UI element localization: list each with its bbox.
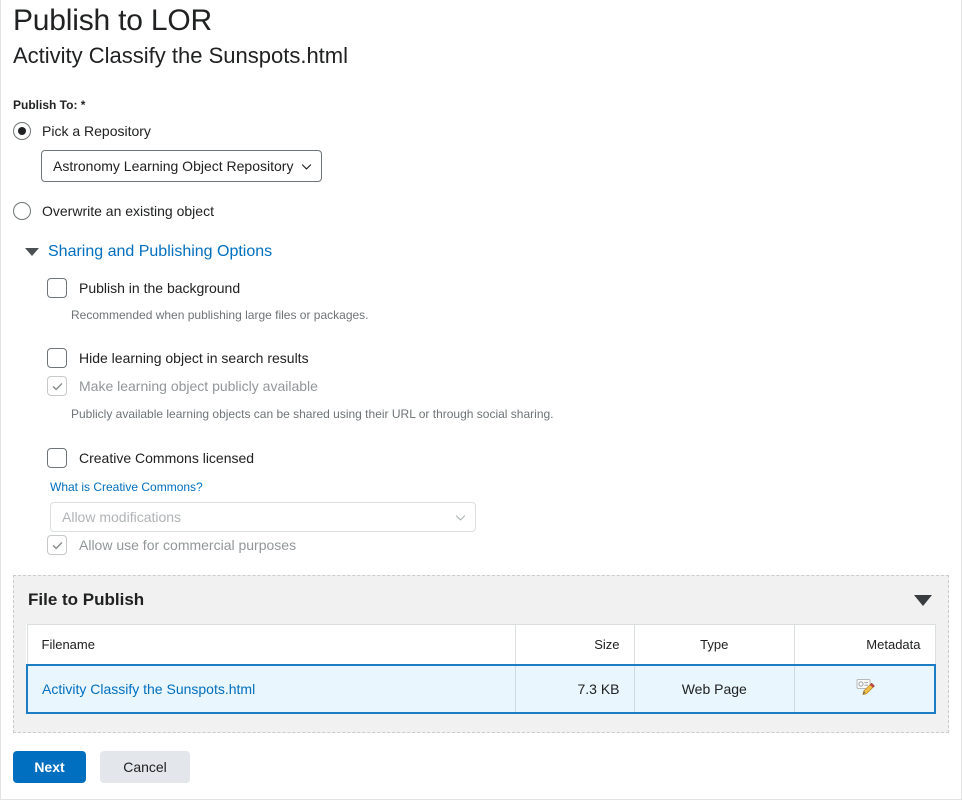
repository-select-value: Astronomy Learning Object Repository <box>53 158 294 174</box>
publish-to-lor-page: Publish to LOR Activity Classify the Sun… <box>0 0 962 800</box>
checkbox-icon-checked-disabled <box>47 376 67 396</box>
check-icon <box>52 382 62 390</box>
page-title: Publish to LOR <box>13 4 212 37</box>
checkbox-creative-commons-licensed[interactable]: Creative Commons licensed <box>47 448 961 468</box>
make-publicly-available-help: Publicly available learning objects can … <box>71 407 554 421</box>
column-header-metadata[interactable]: Metadata <box>794 624 936 665</box>
checkbox-allow-commercial-use: Allow use for commercial purposes <box>47 535 961 555</box>
allow-modifications-select-value: Allow modifications <box>62 509 182 525</box>
table-row[interactable]: Activity Classify the Sunspots.html 7.3 … <box>26 663 937 714</box>
radio-overwrite-existing-object-label: Overwrite an existing object <box>42 203 214 219</box>
sharing-and-publishing-options-label: Sharing and Publishing Options <box>48 243 273 260</box>
radio-pick-a-repository-label: Pick a Repository <box>42 123 151 139</box>
required-asterisk: * <box>80 98 86 112</box>
checkbox-icon-unchecked[interactable] <box>47 348 67 368</box>
radio-button-icon-unselected[interactable] <box>13 202 31 220</box>
checkbox-creative-commons-licensed-label: Creative Commons licensed <box>79 450 255 466</box>
file-to-publish-panel: File to Publish Filename Size Type Metad… <box>13 575 949 733</box>
radio-button-icon-selected[interactable] <box>13 122 31 140</box>
checkbox-icon-unchecked[interactable] <box>47 448 67 468</box>
publish-in-background-help: Recommended when publishing large files … <box>71 308 369 322</box>
what-is-creative-commons-link[interactable]: What is Creative Commons? <box>50 479 203 495</box>
radio-overwrite-existing-object[interactable]: Overwrite an existing object <box>13 202 961 220</box>
file-table: Filename Size Type Metadata Activity Cla… <box>26 624 937 714</box>
cancel-button[interactable]: Cancel <box>100 750 190 783</box>
file-to-publish-title: File to Publish <box>28 590 145 609</box>
cc-select-wrap: Allow modifications <box>50 502 961 532</box>
publish-to-label-text: Publish To: <box>13 98 78 112</box>
checkbox-publish-in-background[interactable]: Publish in the background <box>47 278 961 298</box>
triangle-down-icon[interactable] <box>25 248 39 256</box>
cell-type: Web Page <box>633 663 796 714</box>
page-subtitle: Activity Classify the Sunspots.html <box>13 43 349 68</box>
repository-select[interactable]: Astronomy Learning Object Repository <box>41 150 322 182</box>
cell-size: 7.3 KB <box>515 663 635 714</box>
cell-metadata <box>794 663 937 714</box>
publish-to-label: Publish To: * <box>13 98 961 112</box>
check-icon <box>52 541 62 549</box>
column-header-size[interactable]: Size <box>515 624 635 665</box>
next-button[interactable]: Next <box>13 750 86 783</box>
checkbox-icon-checked-disabled <box>47 535 67 555</box>
checkbox-hide-in-search-results-label: Hide learning object in search results <box>79 350 309 366</box>
checkbox-hide-in-search-results[interactable]: Hide learning object in search results <box>47 348 961 368</box>
cc-link-row: What is Creative Commons? <box>1 478 961 496</box>
triangle-down-icon[interactable] <box>914 594 932 606</box>
checkbox-publish-in-background-label: Publish in the background <box>79 280 241 296</box>
radio-pick-a-repository[interactable]: Pick a Repository <box>13 122 961 140</box>
file-link[interactable]: Activity Classify the Sunspots.html <box>42 681 255 697</box>
edit-metadata-icon[interactable] <box>854 677 876 700</box>
sharing-and-publishing-options-toggle[interactable]: Sharing and Publishing Options <box>25 242 961 262</box>
file-table-wrap: Filename Size Type Metadata Activity Cla… <box>26 624 937 714</box>
column-header-filename[interactable]: Filename <box>26 624 517 665</box>
repository-select-wrap: Astronomy Learning Object Repository <box>41 150 961 182</box>
allow-modifications-select: Allow modifications <box>50 502 476 532</box>
file-to-publish-header[interactable]: File to Publish <box>14 576 948 624</box>
checkbox-allow-commercial-use-label: Allow use for commercial purposes <box>79 537 297 553</box>
chevron-down-icon <box>455 514 466 521</box>
footer-buttons: Next Cancel <box>13 750 961 783</box>
chevron-down-icon <box>301 163 312 170</box>
table-header-row: Filename Size Type Metadata <box>26 624 936 665</box>
checkbox-make-publicly-available-label: Make learning object publicly available <box>79 378 318 394</box>
checkbox-make-publicly-available: Make learning object publicly available <box>47 376 961 396</box>
page-header: Publish to LOR Activity Classify the Sun… <box>1 0 961 70</box>
checkbox-icon-unchecked[interactable] <box>47 278 67 298</box>
cell-filename: Activity Classify the Sunspots.html <box>26 663 517 714</box>
column-header-type[interactable]: Type <box>633 624 796 665</box>
